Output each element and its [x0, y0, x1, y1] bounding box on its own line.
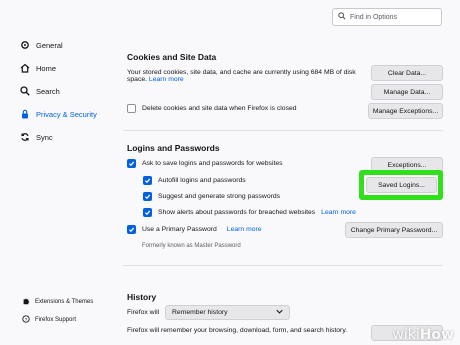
wikihow-watermark: wikiHow — [392, 327, 454, 343]
cookies-learn-more-link[interactable]: Learn more — [149, 76, 184, 83]
svg-text:?: ? — [25, 317, 28, 323]
extensions-themes-label: Extensions & Themes — [35, 299, 94, 305]
history-description: Firefox will remember your browsing, dow… — [127, 327, 348, 334]
logins-section-title: Logins and Passwords — [127, 143, 220, 153]
extensions-themes-link[interactable]: Extensions & Themes — [22, 297, 93, 307]
sidebar-item-label: Home — [36, 63, 57, 73]
formerly-known-note: Formerly known as Master Password — [142, 243, 241, 249]
primary-password-label: Use a Primary Password — [142, 226, 217, 233]
search-icon — [338, 12, 346, 22]
home-icon — [20, 63, 30, 73]
history-mode-value: Remember history — [172, 309, 228, 316]
suggest-passwords-row[interactable]: Suggest and generate strong passwords — [143, 192, 280, 201]
sidebar-item-sync[interactable]: Sync — [20, 130, 53, 144]
section-divider — [123, 265, 443, 266]
primary-learn-more-link[interactable]: Learn more — [227, 226, 262, 233]
search-input[interactable]: Find in Options — [332, 8, 442, 26]
sidebar-item-privacy[interactable]: Privacy & Security — [20, 107, 97, 121]
sidebar-item-home[interactable]: Home — [20, 61, 56, 75]
primary-password-checkbox[interactable] — [127, 225, 136, 234]
sidebar-item-label: Privacy & Security — [36, 109, 97, 119]
breach-learn-more-link[interactable]: Learn more — [321, 209, 356, 216]
suggest-passwords-checkbox[interactable] — [143, 192, 152, 201]
chevron-down-icon — [276, 309, 283, 316]
sidebar-item-label: General — [36, 40, 63, 50]
delete-cookies-checkbox[interactable] — [127, 104, 136, 113]
autofill-checkbox[interactable] — [143, 176, 152, 185]
checkmark-icon — [144, 178, 151, 184]
checkmark-icon — [128, 227, 135, 233]
change-primary-password-button[interactable]: Change Primary Password... — [345, 222, 443, 238]
ask-to-save-checkbox[interactable] — [127, 159, 136, 168]
gear-icon — [20, 40, 30, 50]
section-divider — [123, 130, 443, 131]
cookies-description: Your stored cookies, site data, and cach… — [127, 69, 367, 83]
cookies-section-title: Cookies and Site Data — [127, 52, 217, 62]
checkmark-icon — [144, 210, 151, 216]
clear-data-button[interactable]: Clear Data... — [371, 65, 443, 81]
cookies-desc-line1: Your stored cookies, site data, and cach… — [127, 69, 356, 76]
history-section-title: History — [127, 292, 157, 302]
help-icon: ? — [22, 315, 30, 325]
breach-alerts-row[interactable]: Show alerts about passwords for breached… — [143, 208, 356, 217]
primary-password-row[interactable]: Use a Primary Password Learn more — [127, 225, 262, 234]
highlight-box — [359, 170, 443, 200]
cookies-desc-line2: space. — [127, 76, 148, 83]
breach-alerts-checkbox[interactable] — [143, 208, 152, 217]
manage-exceptions-button[interactable]: Manage Exceptions... — [368, 103, 443, 119]
sidebar-item-label: Sync — [36, 132, 53, 142]
search-placeholder: Find in Options — [350, 13, 398, 21]
checkmark-icon — [144, 194, 151, 200]
firefox-support-link[interactable]: ? Firefox Support — [22, 315, 76, 325]
autofill-row[interactable]: Autofill logins and passwords — [143, 176, 246, 185]
ask-to-save-row[interactable]: Ask to save logins and passwords for web… — [127, 159, 283, 168]
manage-data-button[interactable]: Manage Data... — [371, 84, 443, 100]
breach-alerts-label: Show alerts about passwords for breached… — [158, 209, 316, 216]
checkmark-icon — [128, 161, 135, 167]
watermark-wiki: wiki — [392, 327, 420, 343]
autofill-label: Autofill logins and passwords — [158, 177, 246, 184]
ask-to-save-label: Ask to save logins and passwords for web… — [142, 160, 283, 167]
delete-cookies-on-close-row[interactable]: Delete cookies and site data when Firefo… — [127, 104, 297, 113]
lock-icon — [20, 109, 30, 119]
firefox-support-label: Firefox Support — [35, 317, 77, 323]
firefox-will-label: Firefox will — [127, 309, 160, 316]
sync-icon — [20, 132, 30, 142]
sidebar-item-label: Search — [36, 86, 60, 96]
puzzle-icon — [22, 297, 30, 307]
history-mode-select[interactable]: Remember history — [165, 305, 290, 320]
suggest-passwords-label: Suggest and generate strong passwords — [158, 193, 281, 200]
sidebar-item-search[interactable]: Search — [20, 84, 60, 98]
watermark-how: How — [419, 327, 454, 343]
delete-cookies-label: Delete cookies and site data when Firefo… — [142, 105, 297, 112]
search-icon — [20, 86, 30, 96]
sidebar-item-general[interactable]: General — [20, 38, 63, 52]
